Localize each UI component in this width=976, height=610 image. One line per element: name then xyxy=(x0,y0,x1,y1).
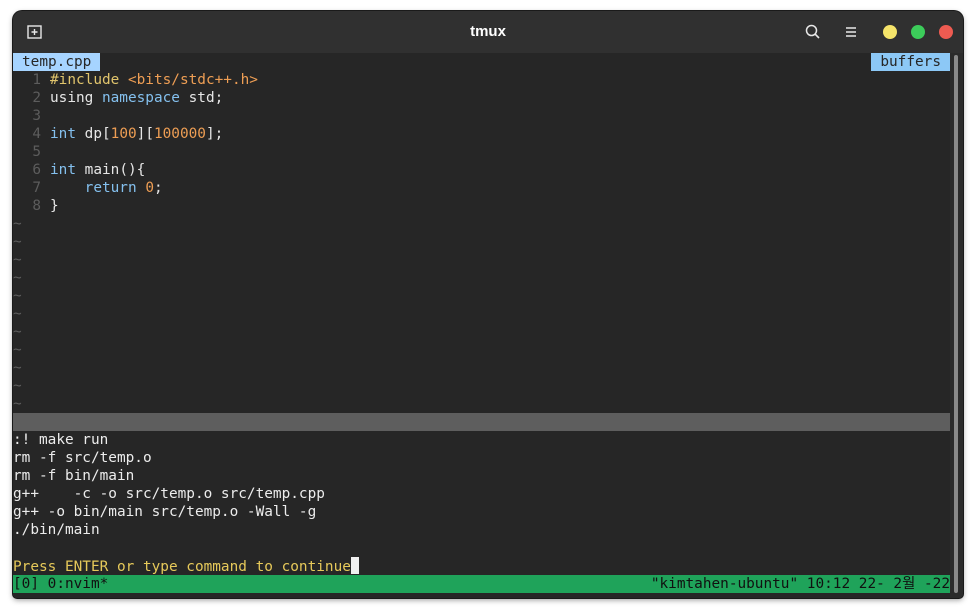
tab-temp-cpp[interactable]: temp.cpp xyxy=(13,53,101,71)
output-line: rm -f src/temp.o xyxy=(13,450,152,466)
code-token: return xyxy=(84,180,137,196)
code-token: #include xyxy=(50,72,128,88)
code-line[interactable]: 2 using namespace std; xyxy=(13,89,950,107)
line-number: 2 xyxy=(32,90,41,106)
output-line: g++ -o bin/main src/temp.o -Wall -g xyxy=(13,504,317,520)
output-line: :! make run xyxy=(13,432,109,448)
tmux-window-list[interactable]: [0] 0:nvim* xyxy=(13,575,108,593)
line-code: int dp[100][100000]; xyxy=(50,125,223,143)
code-token: ][ xyxy=(136,126,154,142)
close-button[interactable] xyxy=(939,25,953,39)
empty-line-marker: ~ xyxy=(13,378,22,394)
line-code: #include <bits/stdc++.h> xyxy=(50,71,258,89)
tmux-status-bar: [0] 0:nvim* "kimtahen-ubuntu" 10:12 22- … xyxy=(13,575,950,593)
text-cursor xyxy=(350,557,359,574)
terminal-window: tmux temp.cpp buffers 1 #include <bits/st… xyxy=(13,11,963,598)
empty-line-marker: ~ xyxy=(13,360,22,376)
scrollbar[interactable] xyxy=(950,53,963,598)
code-token: std; xyxy=(179,90,224,106)
code-token: <bits/stdc++.h> xyxy=(127,72,258,88)
line-number: 4 xyxy=(32,126,41,142)
line-code: int main(){ xyxy=(50,161,145,179)
code-token: dp[ xyxy=(76,126,111,142)
code-token: 0 xyxy=(145,180,154,196)
line-number: 8 xyxy=(32,198,41,214)
code-token: } xyxy=(50,198,59,214)
empty-line-marker: ~ xyxy=(13,270,22,286)
minimize-button[interactable] xyxy=(883,25,897,39)
buffers-label: buffers xyxy=(871,53,950,71)
search-icon[interactable] xyxy=(803,22,823,42)
code-line[interactable]: 5 xyxy=(13,143,950,161)
code-line[interactable]: 8} xyxy=(13,197,950,215)
code-token: ]; xyxy=(205,126,224,142)
hamburger-menu-icon[interactable] xyxy=(841,22,861,42)
code-token: main(){ xyxy=(76,162,146,178)
code-line[interactable]: 7 return 0; xyxy=(13,179,950,197)
nvim-tabline: temp.cpp buffers xyxy=(13,53,950,71)
output-line: rm -f bin/main xyxy=(13,468,135,484)
line-number: 6 xyxy=(32,162,41,178)
tmux-status-right: "kimtahen-ubuntu" 10:12 22- 2월 -22 xyxy=(650,576,950,592)
maximize-button[interactable] xyxy=(911,25,925,39)
code-token: ; xyxy=(153,180,163,196)
code-token: 100 xyxy=(110,126,137,142)
empty-line-marker: ~ xyxy=(13,216,22,232)
titlebar: tmux xyxy=(13,11,963,53)
code-line[interactable]: 1 #include <bits/stdc++.h> xyxy=(13,71,950,89)
empty-line-marker: ~ xyxy=(13,252,22,268)
code-token: int xyxy=(50,126,76,142)
empty-line-marker: ~ xyxy=(13,306,22,322)
scrollbar-thumb[interactable] xyxy=(954,55,958,593)
line-code: return 0; xyxy=(50,179,163,197)
empty-line-marker: ~ xyxy=(13,324,22,340)
line-code: } xyxy=(50,197,59,215)
line-code: using namespace std; xyxy=(50,89,223,107)
line-number: 7 xyxy=(32,180,41,196)
code-token: 100000 xyxy=(153,126,206,142)
code-line[interactable]: 6 int main(){ xyxy=(13,161,950,179)
empty-line-marker: ~ xyxy=(13,234,22,250)
prompt-text: Press ENTER or type command to continue xyxy=(13,559,351,575)
code-line[interactable]: 4 int dp[100][100000]; xyxy=(13,125,950,143)
terminal-area[interactable]: temp.cpp buffers 1 #include <bits/stdc++.… xyxy=(13,53,950,598)
continue-prompt[interactable]: Press ENTER or type command to continue xyxy=(13,557,950,575)
code-token: using xyxy=(50,90,102,106)
empty-line-marker: ~ xyxy=(13,342,22,358)
line-number: 3 xyxy=(32,108,41,124)
pane-separator xyxy=(13,413,950,431)
code-token: int xyxy=(50,162,76,178)
output-line: g++ -c -o src/temp.o src/temp.cpp xyxy=(13,486,325,502)
code-token: namespace xyxy=(101,90,180,106)
empty-line-marker: ~ xyxy=(13,288,22,304)
empty-line-marker: ~ xyxy=(13,396,22,412)
output-line: ./bin/main xyxy=(13,522,100,538)
line-number: 5 xyxy=(32,144,41,160)
code-line[interactable]: 3 xyxy=(13,107,950,125)
line-number: 1 xyxy=(32,72,41,88)
